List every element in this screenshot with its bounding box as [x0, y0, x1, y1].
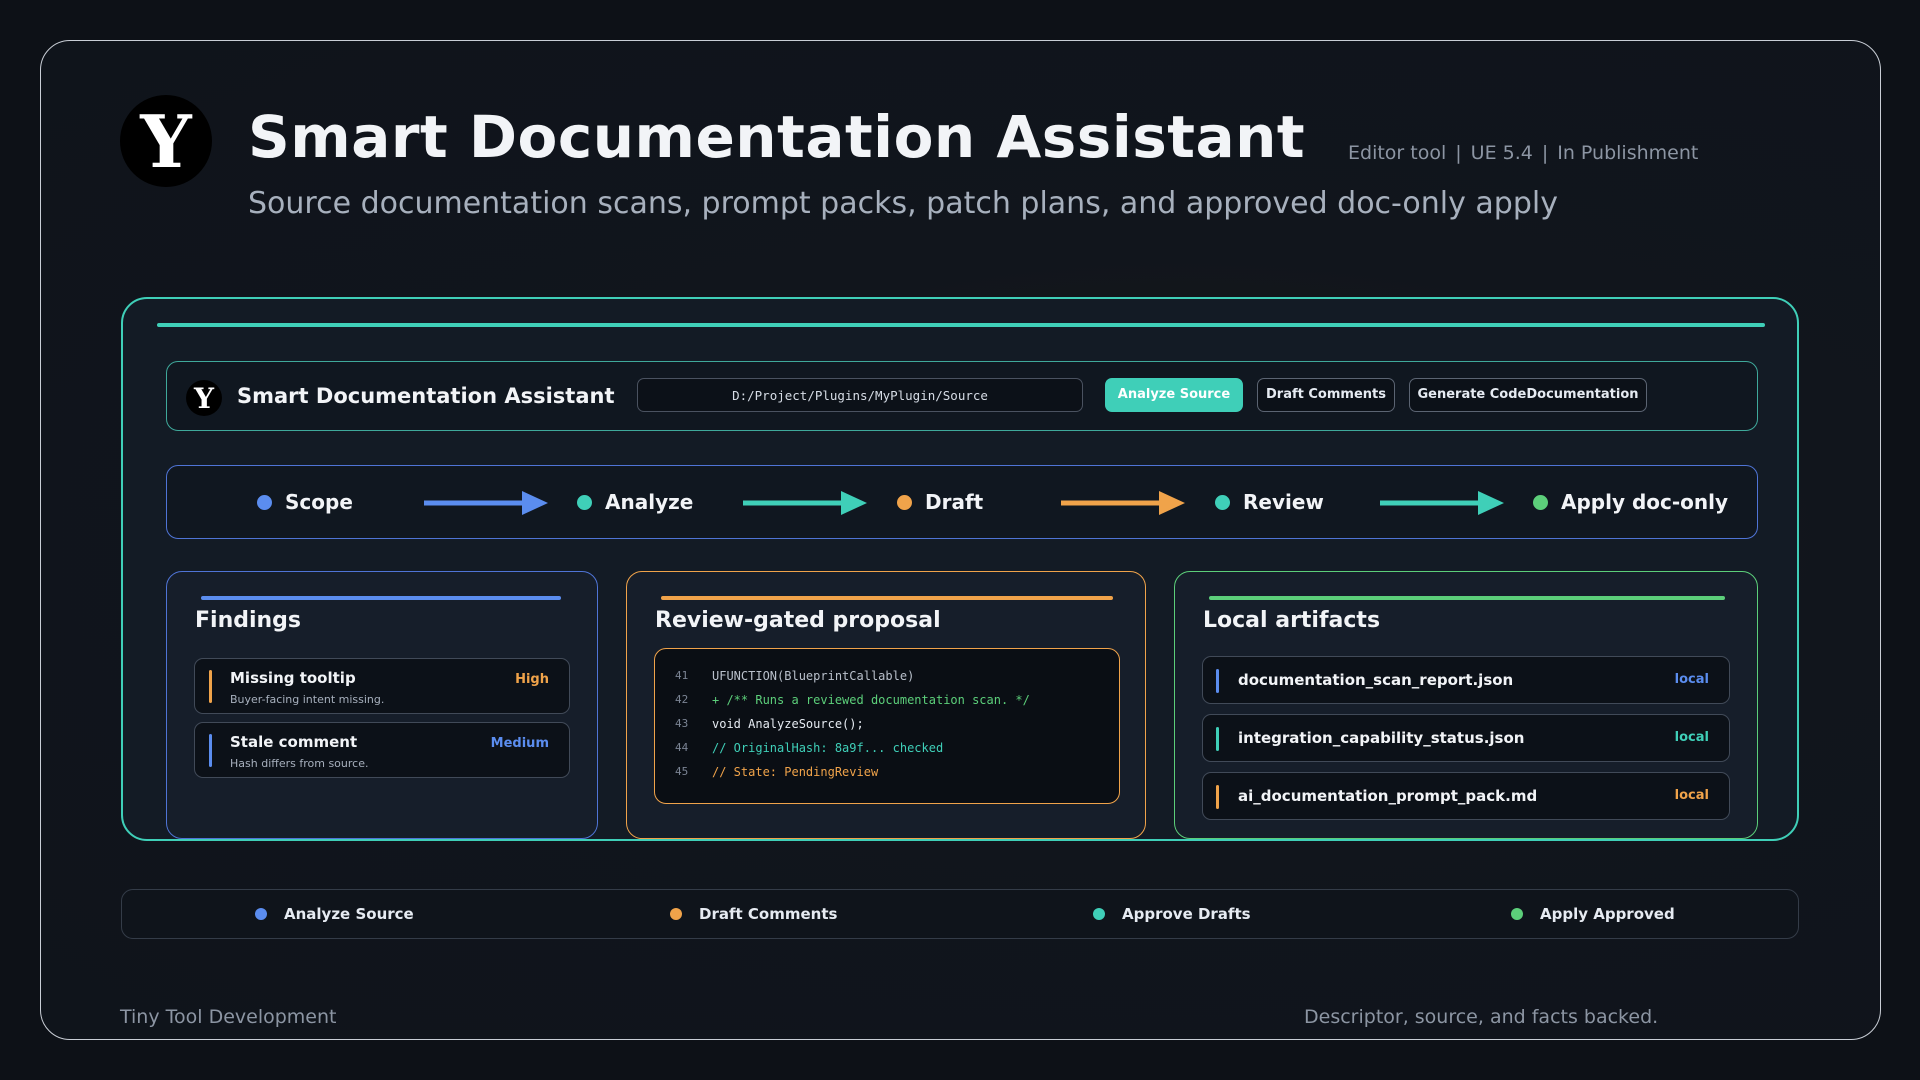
step-dot [1215, 494, 1230, 510]
card-accent-bar [201, 596, 561, 600]
finding-accent [209, 670, 212, 703]
source-path-input[interactable] [637, 378, 1083, 412]
toolbar-title: Smart Documentation Assistant [237, 384, 615, 408]
artifact-item[interactable]: ai_documentation_prompt_pack.md local [1202, 772, 1730, 820]
draft-comments-button[interactable]: Draft Comments [1257, 378, 1395, 412]
code-text: UFUNCTION(BlueprintCallable) [712, 669, 915, 683]
severity-badge: Medium [490, 736, 549, 751]
meta-type: Editor tool [1348, 142, 1447, 164]
legend-dot [1511, 908, 1523, 920]
step-analyze: Analyze [577, 490, 693, 514]
finding-title: Stale comment [230, 733, 358, 751]
code-text: + /** Runs a reviewed documentation scan… [712, 693, 1030, 707]
finding-item[interactable]: Missing tooltip Buyer-facing intent miss… [194, 658, 570, 714]
finding-subtitle: Buyer-facing intent missing. [230, 693, 385, 706]
step-apply-doc-only: Apply doc-only [1533, 490, 1728, 514]
legend-item-apply-approved: Apply Approved [1511, 905, 1675, 923]
severity-badge: High [515, 672, 549, 687]
footer-note: Descriptor, source, and facts backed. [1304, 1006, 1659, 1028]
finding-accent [209, 734, 212, 767]
app-mockup-panel: Y Smart Documentation Assistant Analyze … [121, 297, 1799, 841]
findings-card: Findings Missing tooltip Buyer-facing in… [166, 571, 598, 839]
local-artifacts-card: Local artifacts documentation_scan_repor… [1174, 571, 1758, 839]
arrow-right-icon [743, 491, 867, 515]
step-scope: Scope [257, 490, 353, 514]
code-text: // State: PendingReview [712, 765, 879, 779]
finding-title: Missing tooltip [230, 669, 356, 687]
arrow-right-icon [424, 491, 548, 515]
artifact-name: documentation_scan_report.json [1238, 671, 1514, 689]
arrow-right-icon [1061, 491, 1185, 515]
logo-icon: Y [120, 95, 212, 187]
code-diff-view: 41 UFUNCTION(BlueprintCallable) 42 + /** R… [654, 648, 1120, 804]
card-accent-bar [1209, 596, 1725, 600]
artifacts-title: Local artifacts [1203, 608, 1381, 633]
generate-documentation-button[interactable]: Generate CodeDocumentation [1409, 378, 1647, 412]
meta-separator: | [1541, 142, 1549, 164]
artifact-name: ai_documentation_prompt_pack.md [1238, 787, 1538, 805]
artifact-name: integration_capability_status.json [1238, 729, 1525, 747]
step-dot [897, 494, 912, 510]
legend-dot [1093, 908, 1105, 920]
findings-title: Findings [195, 608, 302, 633]
artifact-item[interactable]: integration_capability_status.json local [1202, 714, 1730, 762]
line-number: 41 [675, 669, 689, 682]
artifact-accent [1216, 669, 1219, 693]
step-review: Review [1215, 490, 1324, 514]
toolbar: Y Smart Documentation Assistant Analyze … [166, 361, 1758, 431]
meta-status: In Publishment [1557, 142, 1699, 164]
workflow-steps: Scope Analyze Draft Review Apply doc-onl… [166, 465, 1758, 539]
finding-subtitle: Hash differs from source. [230, 757, 369, 770]
footer-credit: Tiny Tool Development [120, 1006, 337, 1028]
code-text: void AnalyzeSource(); [712, 717, 864, 731]
line-number: 43 [675, 717, 689, 730]
logo-icon: Y [186, 380, 222, 416]
action-legend: Analyze Source Draft Comments Approve Dr… [121, 889, 1799, 939]
meta-separator: | [1455, 142, 1462, 164]
artifact-item[interactable]: documentation_scan_report.json local [1202, 656, 1730, 704]
artifact-accent [1216, 727, 1219, 751]
line-number: 42 [675, 693, 689, 706]
panel-accent-bar [157, 323, 1765, 327]
legend-item-draft-comments: Draft Comments [670, 905, 837, 923]
review-proposal-card: Review-gated proposal 41 UFUNCTION(Bluepr… [626, 571, 1146, 839]
meta-version: UE 5.4 [1470, 142, 1533, 164]
legend-item-approve-drafts: Approve Drafts [1093, 905, 1251, 923]
card-accent-bar [661, 596, 1113, 600]
artifact-tag: local [1674, 730, 1709, 745]
page-subtitle: Source documentation scans, prompt packs… [248, 186, 1558, 221]
line-number: 44 [675, 741, 689, 754]
finding-item[interactable]: Stale comment Hash differs from source. … [194, 722, 570, 778]
code-text: // OriginalHash: 8a9f... checked [712, 741, 944, 755]
arrow-right-icon [1380, 491, 1504, 515]
artifact-tag: local [1674, 672, 1709, 687]
review-title: Review-gated proposal [655, 608, 941, 633]
legend-item-analyze-source: Analyze Source [255, 905, 414, 923]
step-dot [577, 494, 592, 510]
step-dot [257, 494, 272, 510]
page-title: Smart Documentation Assistant [248, 103, 1306, 171]
legend-dot [670, 908, 682, 920]
analyze-source-button[interactable]: Analyze Source [1105, 378, 1243, 412]
header-meta: Editor tool | UE 5.4 | In Publishment [1348, 142, 1698, 164]
line-number: 45 [675, 765, 689, 778]
artifact-tag: local [1674, 788, 1709, 803]
step-dot [1533, 494, 1548, 510]
artifact-accent [1216, 785, 1219, 809]
legend-dot [255, 908, 267, 920]
step-draft: Draft [897, 490, 983, 514]
